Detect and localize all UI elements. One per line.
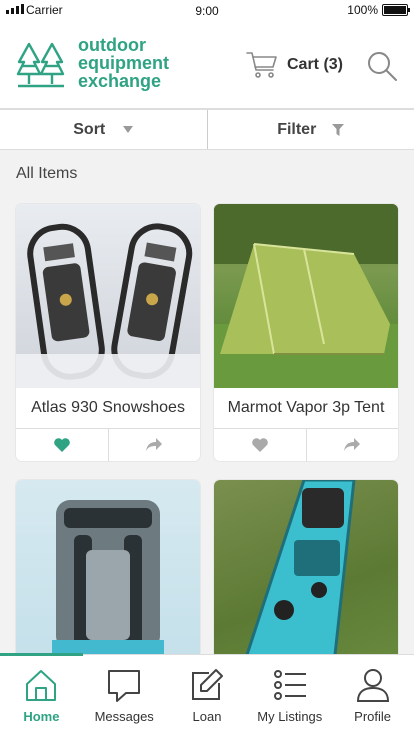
share-arrow-icon xyxy=(146,438,163,451)
heart-icon xyxy=(53,438,70,452)
shopping-cart-icon[interactable] xyxy=(246,49,278,81)
app-header: outdoor equipment exchange Cart (3) xyxy=(0,22,414,108)
cart-button[interactable]: Cart (3) xyxy=(287,56,343,74)
share-arrow-icon xyxy=(344,438,361,451)
share-button[interactable] xyxy=(107,429,201,461)
home-icon xyxy=(26,670,57,701)
bottom-nav: Home Messages Loan My Listings Profile xyxy=(0,653,414,736)
battery-icon xyxy=(382,4,410,16)
status-bar: Carrier 9:00 100% xyxy=(0,0,414,22)
tent-image xyxy=(214,204,398,388)
sort-filter-bar: Sort Filter xyxy=(0,108,414,150)
item-title[interactable]: Marmot Vapor 3p Tent xyxy=(214,388,398,428)
active-tab-indicator xyxy=(0,653,83,656)
search-icon[interactable] xyxy=(366,50,398,82)
filter-label: Filter xyxy=(277,120,317,138)
item-card[interactable]: Atlas 930 Snowshoes xyxy=(16,204,200,461)
filter-button[interactable]: Filter xyxy=(206,110,414,149)
item-actions xyxy=(214,428,398,461)
section-title: All Items xyxy=(16,165,78,182)
tab-label: My Listings xyxy=(257,709,323,724)
pine-trees-icon[interactable] xyxy=(16,40,66,90)
tab-profile[interactable]: Profile xyxy=(331,655,414,736)
tab-label: Home xyxy=(23,709,60,724)
sort-label: Sort xyxy=(73,120,106,138)
heart-icon xyxy=(251,438,268,452)
like-button[interactable] xyxy=(16,429,108,461)
tab-messages[interactable]: Messages xyxy=(83,655,166,736)
item-image[interactable] xyxy=(214,480,398,664)
item-card[interactable]: Marmot Vapor 3p Tent xyxy=(214,204,398,461)
brand-line: exchange xyxy=(78,71,162,91)
item-image[interactable] xyxy=(16,480,200,664)
brand-line: equipment xyxy=(78,53,170,73)
tab-label: Loan xyxy=(192,709,222,724)
tab-label: Messages xyxy=(94,709,154,724)
user-icon xyxy=(356,669,389,702)
funnel-icon xyxy=(332,123,345,136)
battery-percent: 100% xyxy=(347,3,378,17)
list-icon xyxy=(273,670,306,700)
kayak-image xyxy=(242,480,356,664)
chevron-down-icon xyxy=(123,126,134,133)
sort-button[interactable]: Sort xyxy=(0,110,207,149)
item-image[interactable] xyxy=(16,204,200,388)
tab-home[interactable]: Home xyxy=(0,655,83,736)
brand-line: outdoor xyxy=(78,35,146,55)
tab-loan[interactable]: Loan xyxy=(166,655,249,736)
tab-my-listings[interactable]: My Listings xyxy=(248,655,331,736)
brand-name[interactable]: outdoor equipment exchange xyxy=(78,36,169,90)
item-image[interactable] xyxy=(214,204,398,388)
item-title[interactable]: Atlas 930 Snowshoes xyxy=(16,388,200,428)
chat-bubble-icon xyxy=(108,670,141,702)
tab-label: Profile xyxy=(354,709,392,724)
edit-icon xyxy=(191,669,223,700)
snowshoes-image xyxy=(16,223,200,388)
share-button[interactable] xyxy=(305,429,399,461)
cooler-backpack-image xyxy=(52,500,164,664)
like-button[interactable] xyxy=(214,429,306,461)
item-actions xyxy=(16,428,200,461)
